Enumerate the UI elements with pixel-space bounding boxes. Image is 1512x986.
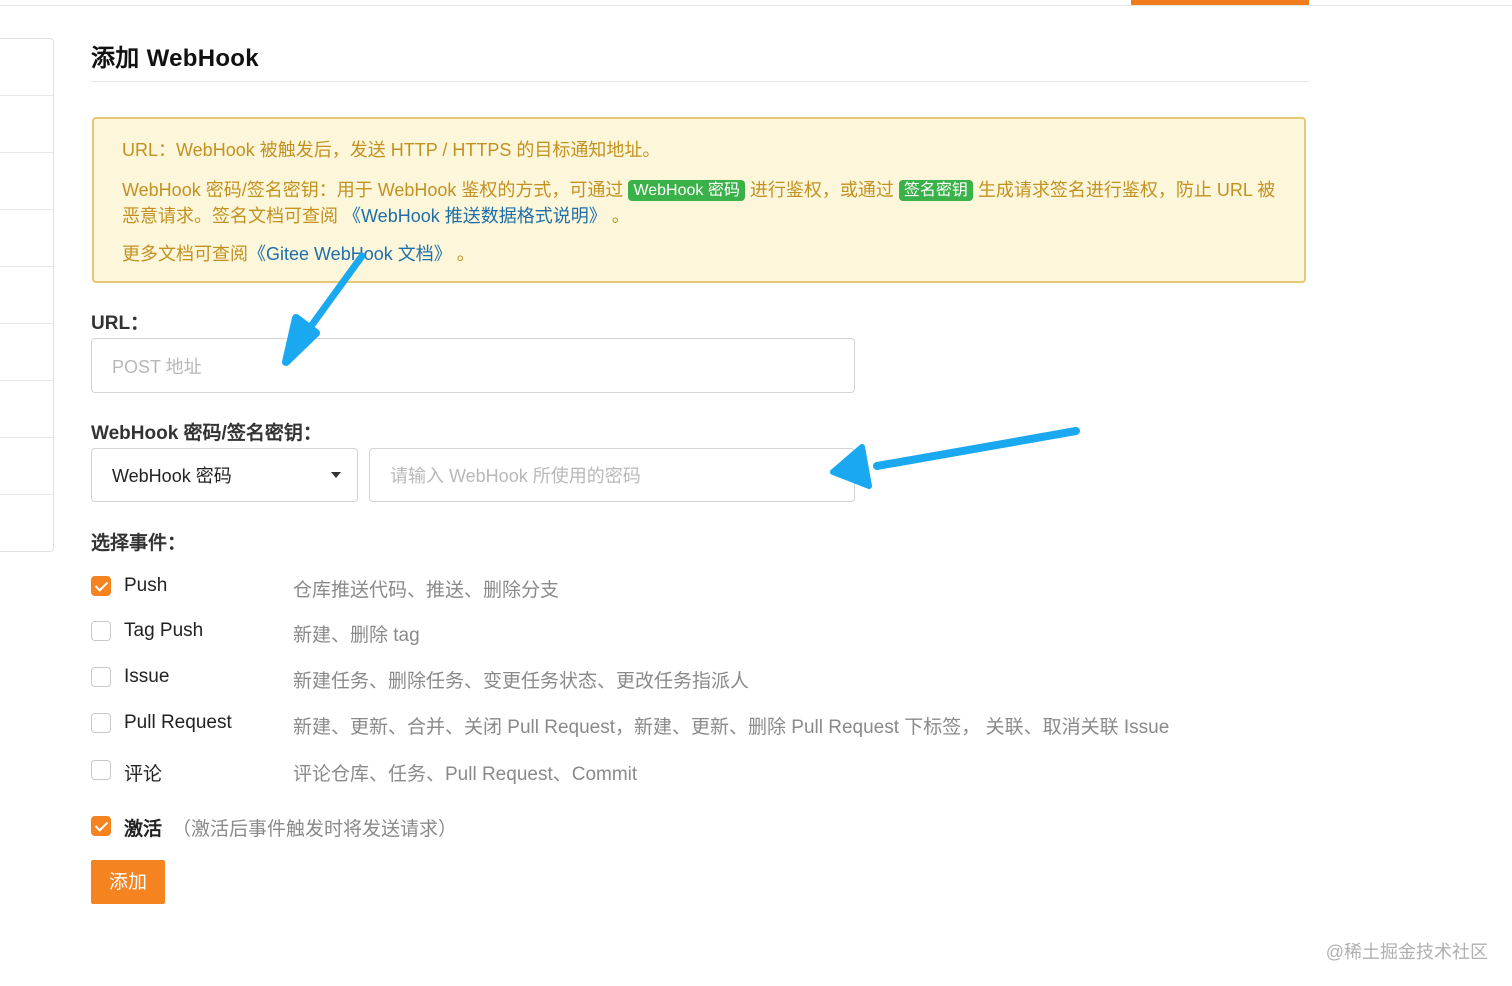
comment-checkbox[interactable] (91, 760, 111, 780)
event-row-pull-request: Pull Request 新建、更新、合并、关闭 Pull Request，新建… (91, 712, 1241, 738)
sidebar-divider (0, 437, 53, 438)
pull-request-checkbox[interactable] (91, 713, 111, 733)
secret-placeholder: 请输入 WebHook 所使用的密码 (390, 466, 641, 486)
sidebar-divider (0, 266, 53, 267)
tag-push-checkbox[interactable] (91, 621, 111, 641)
event-name: Tag Push (124, 620, 204, 641)
issue-checkbox[interactable] (91, 667, 111, 687)
events-label: 选择事件： (91, 533, 187, 554)
event-name: Pull Request (124, 712, 232, 733)
info-notice: URL：WebHook 被触发后，发送 HTTP / HTTPS 的目标通知地址… (92, 117, 1306, 283)
event-desc: 评论仓库、任务、Pull Request、Commit (293, 764, 638, 785)
add-button[interactable]: 添加 (91, 860, 165, 904)
url-label: URL： (91, 313, 150, 334)
sidebar-menu (0, 38, 54, 552)
sidebar-divider (0, 152, 53, 153)
event-name: 评论 (124, 764, 163, 785)
signature-badge: 签名密钥 (898, 180, 973, 201)
event-desc: 新建、删除 tag (293, 625, 420, 646)
chevron-down-icon (331, 472, 341, 478)
sidebar-divider (0, 380, 53, 381)
page-title: 添加 WebHook (91, 45, 259, 72)
sidebar-divider (0, 323, 53, 324)
secret-input[interactable]: 请输入 WebHook 所使用的密码 (369, 448, 855, 502)
event-desc: 仓库推送代码、推送、删除分支 (293, 580, 560, 601)
event-row-issue: Issue 新建任务、删除任务、变更任务状态、更改任务指派人 (91, 666, 1241, 692)
push-checkbox[interactable] (91, 576, 111, 596)
sidebar-divider (0, 95, 53, 96)
watermark: @稀土掘金技术社区 (1325, 942, 1488, 962)
arrow-to-secret-input (830, 427, 1080, 489)
event-name: Push (124, 575, 168, 596)
event-desc: 新建、更新、合并、关闭 Pull Request，新建、更新、删除 Pull R… (293, 717, 1170, 738)
notice-url-line: URL：WebHook 被触发后，发送 HTTP / HTTPS 的目标通知地址… (122, 140, 661, 160)
secret-type-value: WebHook 密码 (112, 466, 232, 486)
gitee-doc-link[interactable]: 《Gitee WebHook 文档》 (248, 244, 452, 264)
payload-doc-link[interactable]: 《WebHook 推送数据格式说明》 (343, 206, 607, 226)
notice-text: 进行鉴权，或通过 (749, 180, 894, 200)
event-desc: 新建任务、删除任务、变更任务状态、更改任务指派人 (293, 671, 750, 692)
sidebar-divider (0, 494, 53, 495)
event-name: Issue (124, 666, 170, 687)
activate-label: 激活 (124, 819, 163, 840)
title-divider (91, 81, 1309, 82)
url-placeholder: POST 地址 (112, 356, 202, 377)
event-row-push: Push 仓库推送代码、推送、删除分支 (91, 575, 1241, 601)
notice-secret-line: WebHook 密码/签名密钥：用于 WebHook 鉴权的方式，可通过 Web… (122, 177, 1276, 229)
sidebar-divider (0, 209, 53, 210)
secret-type-select[interactable]: WebHook 密码 (91, 448, 358, 502)
event-row-tag-push: Tag Push 新建、删除 tag (91, 620, 1241, 646)
notice-text: 更多文档可查阅 (122, 244, 248, 264)
active-tab-indicator (1131, 0, 1309, 5)
secret-label: WebHook 密码/签名密钥： (91, 423, 322, 444)
notice-text: 。 (451, 244, 475, 264)
notice-text: 。 (606, 206, 630, 226)
event-row-comment: 评论 评论仓库、任务、Pull Request、Commit (91, 760, 1241, 785)
notice-text: WebHook 密码/签名密钥：用于 WebHook 鉴权的方式，可通过 (122, 180, 624, 200)
notice-docs-line: 更多文档可查阅《Gitee WebHook 文档》 。 (122, 241, 1276, 267)
url-input[interactable]: POST 地址 (91, 338, 855, 393)
activate-checkbox[interactable] (91, 816, 111, 836)
activate-desc: （激活后事件触发时将发送请求） (172, 819, 458, 840)
password-badge: WebHook 密码 (628, 180, 745, 201)
